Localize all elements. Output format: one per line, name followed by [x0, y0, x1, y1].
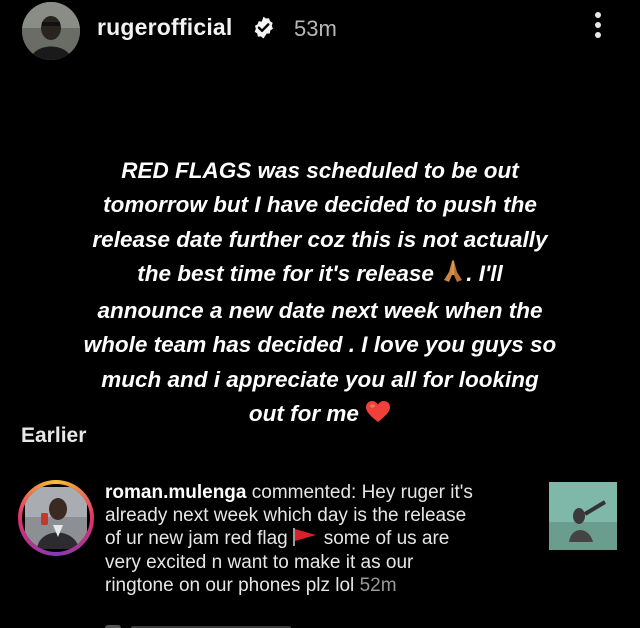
story-text: RED FLAGS was scheduled to be out tomorr… — [30, 154, 610, 434]
comment-text-line: very excited n want to make it as our — [105, 552, 414, 574]
comment-text-segment: of ur new jam red flag — [105, 527, 288, 549]
comment-text-line: of ur new jam red flag some of us are — [105, 527, 530, 553]
comment-text-segment: ringtone on our phones plz lol — [105, 575, 355, 597]
story-text-line: much and i appreciate you all for lookin… — [101, 366, 539, 392]
more-options-icon[interactable] — [591, 12, 605, 44]
comment-time-ago: 52m — [359, 575, 397, 597]
comment-text-line: already next week which day is the relea… — [105, 504, 467, 526]
comment-notification[interactable]: roman.mulenga commented: Hey ruger it's … — [0, 474, 640, 628]
comment-text-line: ringtone on our phones plz lol 52m — [105, 575, 530, 598]
comment-text-line: roman.mulenga commented: Hey ruger it's — [105, 482, 530, 505]
red-heart-emoji-icon — [365, 400, 391, 434]
earlier-section-heading: Earlier — [21, 424, 87, 447]
story-text-line: out for me — [30, 397, 610, 434]
story-text-line: announce a new date next week when the — [97, 298, 543, 324]
username[interactable]: rugerofficial — [97, 14, 233, 41]
story-text-line: the best time for it's release . I'll — [30, 257, 610, 294]
story-text-segment: out for me — [248, 401, 359, 427]
commenter-username[interactable]: roman.mulenga — [105, 482, 246, 503]
story-thumbnail[interactable] — [549, 482, 617, 550]
comment-notification-text: roman.mulenga commented: Hey ruger it's … — [105, 482, 530, 598]
story-ring — [18, 480, 94, 556]
story-text-line: whole team has decided . I love you guys… — [83, 332, 557, 358]
praying-hands-emoji-icon — [440, 258, 466, 294]
story-header: rugerofficial 53m — [0, 0, 640, 62]
story-text-line: RED FLAGS was scheduled to be out — [121, 158, 519, 183]
next-notification-preview — [105, 618, 305, 628]
story-text-line: tomorrow but I have decided to push the — [103, 192, 537, 218]
story-text-segment: the best time for it's release — [137, 260, 434, 286]
profile-avatar[interactable] — [22, 2, 80, 60]
comment-text-segment: commented: Hey ruger it's — [246, 482, 473, 503]
comment-text-segment: some of us are — [323, 527, 450, 549]
verified-badge-icon — [251, 15, 276, 40]
story-text-segment: . I'll — [466, 260, 503, 286]
story-text-line: release date further coz this is not act… — [92, 226, 548, 252]
commenter-avatar[interactable] — [22, 484, 90, 552]
red-flag-emoji-icon — [292, 527, 318, 553]
story-time-ago: 53m — [294, 16, 337, 41]
